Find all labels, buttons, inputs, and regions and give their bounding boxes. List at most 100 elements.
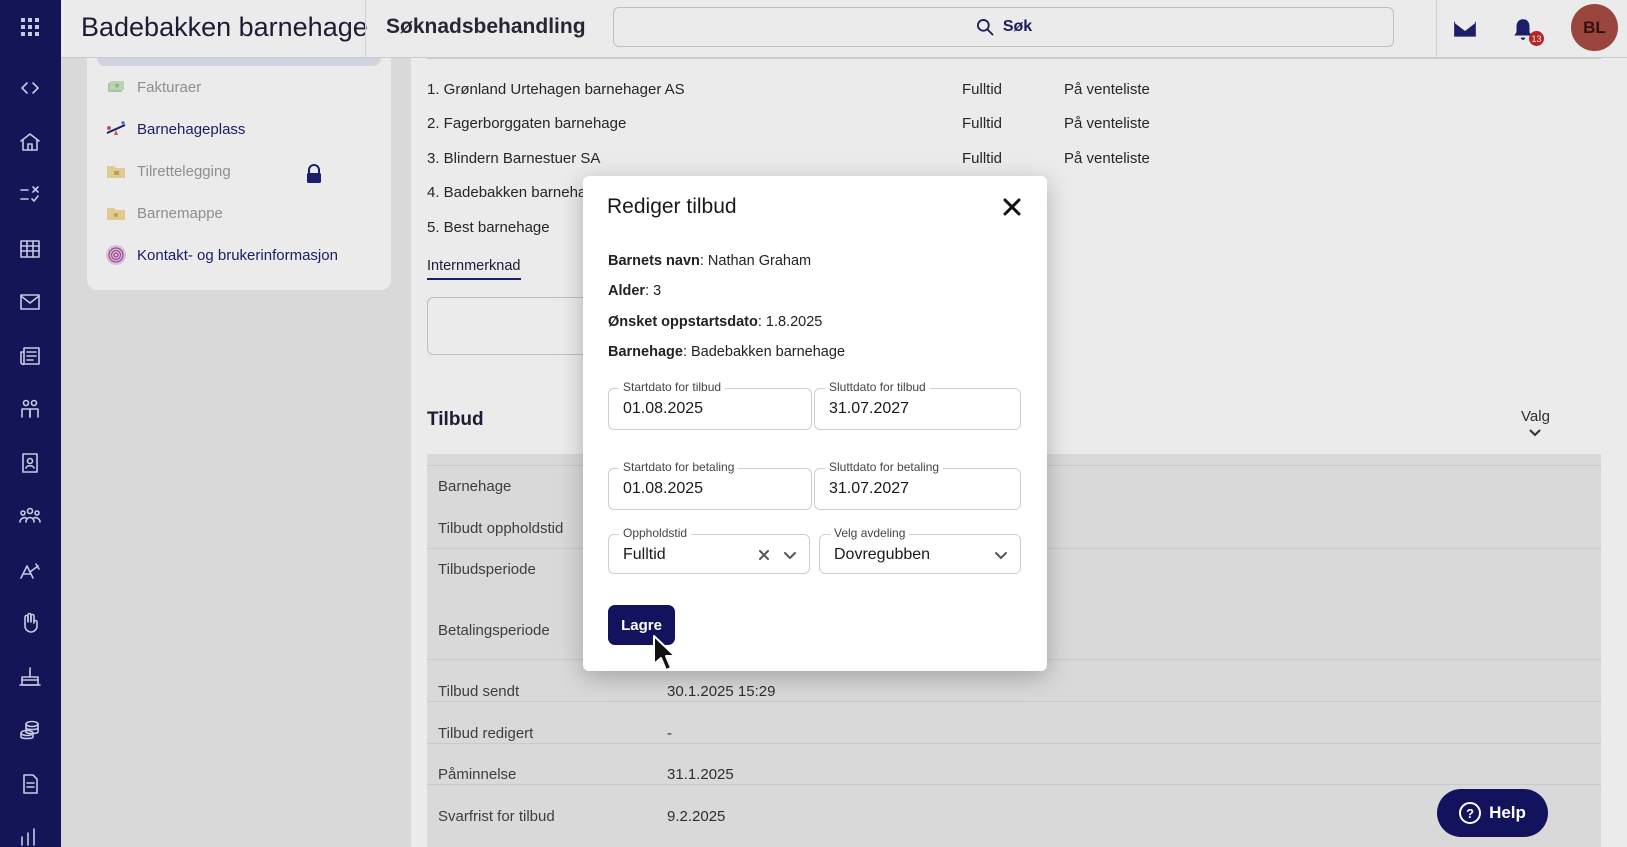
info-label: Ønsket oppstartsdato xyxy=(608,314,758,330)
help-label: Help xyxy=(1489,803,1526,822)
field-label: Startdato for betaling xyxy=(619,460,739,474)
header-divider xyxy=(365,0,366,58)
chevron-down-icon xyxy=(1529,429,1542,437)
offer-end-date-field[interactable]: Sluttdato for tilbud 31.07.2027 xyxy=(814,380,1021,430)
preference-type: Fulltid xyxy=(962,81,1003,98)
navigation-rail xyxy=(0,0,61,847)
news-icon[interactable] xyxy=(16,342,44,370)
statistics-icon[interactable] xyxy=(16,823,44,847)
notification-count-badge: 13 xyxy=(1529,31,1544,46)
id-badge-icon[interactable] xyxy=(16,449,44,477)
menu-item-accommodation: Tilrettelegging xyxy=(105,159,231,183)
field-label: Startdato for tilbud xyxy=(619,380,726,394)
field-value: 01.08.2025 xyxy=(623,400,704,417)
mail-icon[interactable] xyxy=(16,288,44,316)
info-label: Barnehage xyxy=(608,344,683,360)
field-value: 31.07.2027 xyxy=(829,400,910,417)
help-button[interactable]: ? Help xyxy=(1437,789,1548,837)
info-label: Alder xyxy=(608,283,646,299)
family-icon[interactable] xyxy=(16,395,44,423)
search-bar[interactable]: Søk xyxy=(613,7,1394,47)
clear-icon[interactable] xyxy=(757,548,771,562)
offer-start-date-field[interactable]: Startdato for tilbud 01.08.2025 xyxy=(608,380,812,430)
search-label: Søk xyxy=(1002,18,1033,35)
menu-item-contact-info[interactable]: Kontakt- og brukerinformasjon xyxy=(105,243,338,267)
menu-item-invoices: Fakturaer xyxy=(105,75,201,99)
menu-item-label: Barnemappe xyxy=(137,204,223,222)
stay-time-select[interactable]: Oppholdstid Fulltid xyxy=(608,526,810,574)
group-icon[interactable] xyxy=(16,502,44,530)
fingerprint-icon xyxy=(105,244,127,266)
question-mark-icon: ? xyxy=(1459,802,1482,824)
offer-row-label: Betalingsperiode xyxy=(438,622,550,639)
tab-internal-note[interactable]: Internmerknad xyxy=(427,258,521,280)
dialog-title: Rediger tilbud xyxy=(607,195,737,218)
options-menu-button[interactable]: Valg xyxy=(1521,408,1550,438)
messages-envelope-icon[interactable] xyxy=(1451,15,1479,43)
application-menu: Fakturaer Barnehageplass Tilrettelegging… xyxy=(87,58,391,290)
desired-start-info: Ønsket oppstartsdato: 1.8.2025 xyxy=(608,314,822,330)
preference-status: På venteliste xyxy=(1064,115,1150,132)
preference-type: Fulltid xyxy=(962,150,1003,167)
calendar-grid-icon[interactable] xyxy=(16,235,44,263)
hand-icon[interactable] xyxy=(16,609,44,637)
preference-status: På venteliste xyxy=(1064,150,1150,167)
offer-row-value: - xyxy=(667,725,672,742)
search-icon xyxy=(976,19,994,36)
chevron-down-icon[interactable] xyxy=(783,548,797,562)
info-label: Barnets navn xyxy=(608,253,700,269)
collapse-toggle-icon[interactable] xyxy=(16,74,44,102)
divider xyxy=(427,58,1601,59)
offer-row-label: Tilbudt oppholdstid xyxy=(438,520,564,537)
active-item-highlight xyxy=(97,58,381,66)
menu-item-label: Fakturaer xyxy=(137,78,202,96)
cake-icon[interactable] xyxy=(16,663,44,691)
home-icon[interactable] xyxy=(16,128,44,156)
offer-row-value: 31.1.2025 xyxy=(667,766,734,783)
top-header: Badebakken barnehage Søknadsbehandling S… xyxy=(61,0,1627,58)
department-select[interactable]: Velg avdeling Dovregubben xyxy=(819,526,1021,574)
offer-row-label: Tilbud redigert xyxy=(438,725,534,742)
row-divider xyxy=(427,701,1601,702)
preference-name: 5. Best barnehage xyxy=(427,219,550,236)
preference-name: 1. Grønland Urtehagen barnehager AS xyxy=(427,81,685,98)
field-label: Velg avdeling xyxy=(830,526,910,540)
user-avatar[interactable]: BL xyxy=(1571,4,1618,51)
offer-row-label: Svarfrist for tilbud xyxy=(438,808,555,825)
daycare-info: Barnehage: Badebakken barnehage xyxy=(608,344,845,360)
row-divider xyxy=(427,784,1601,785)
info-value: : Nathan Graham xyxy=(699,253,812,269)
folder-lock-icon xyxy=(105,160,127,182)
folder-icon xyxy=(105,202,127,224)
tasks-icon[interactable] xyxy=(16,181,44,209)
info-value: : 1.8.2025 xyxy=(757,314,823,330)
apps-grid-icon[interactable] xyxy=(16,13,44,41)
playground-icon[interactable] xyxy=(16,556,44,584)
payment-start-date-field[interactable]: Startdato for betaling 01.08.2025 xyxy=(608,460,812,510)
row-divider xyxy=(427,743,1601,744)
header-divider xyxy=(1436,0,1437,58)
chevron-down-icon[interactable] xyxy=(994,548,1008,562)
invoice-money-icon xyxy=(105,76,127,98)
preference-status: På venteliste xyxy=(1064,81,1150,98)
field-label: Sluttdato for tilbud xyxy=(825,380,930,394)
info-value: : 3 xyxy=(645,283,662,299)
save-button[interactable]: Lagre xyxy=(608,605,675,645)
menu-item-child-folder: Barnemappe xyxy=(105,201,223,225)
close-icon[interactable] xyxy=(1001,196,1023,218)
preference-name: 3. Blindern Barnestuer SA xyxy=(427,150,601,167)
preference-name: 2. Fagerborggaten barnehage xyxy=(427,115,627,132)
coins-icon[interactable] xyxy=(16,716,44,744)
field-label: Oppholdstid xyxy=(619,526,692,540)
menu-item-daycare-place[interactable]: Barnehageplass xyxy=(105,117,245,141)
options-label: Valg xyxy=(1521,408,1550,425)
offer-row-label: Påminnelse xyxy=(438,766,517,783)
field-value: Dovregubben xyxy=(834,546,931,563)
field-value: Fulltid xyxy=(623,546,666,563)
menu-item-label: Kontakt- og brukerinformasjon xyxy=(137,246,338,264)
document-icon[interactable] xyxy=(16,770,44,798)
payment-end-date-field[interactable]: Sluttdato for betaling 31.07.2027 xyxy=(814,460,1021,510)
offer-section-title: Tilbud xyxy=(427,409,484,430)
age-info: Alder: 3 xyxy=(608,283,661,299)
seesaw-icon xyxy=(105,118,127,140)
